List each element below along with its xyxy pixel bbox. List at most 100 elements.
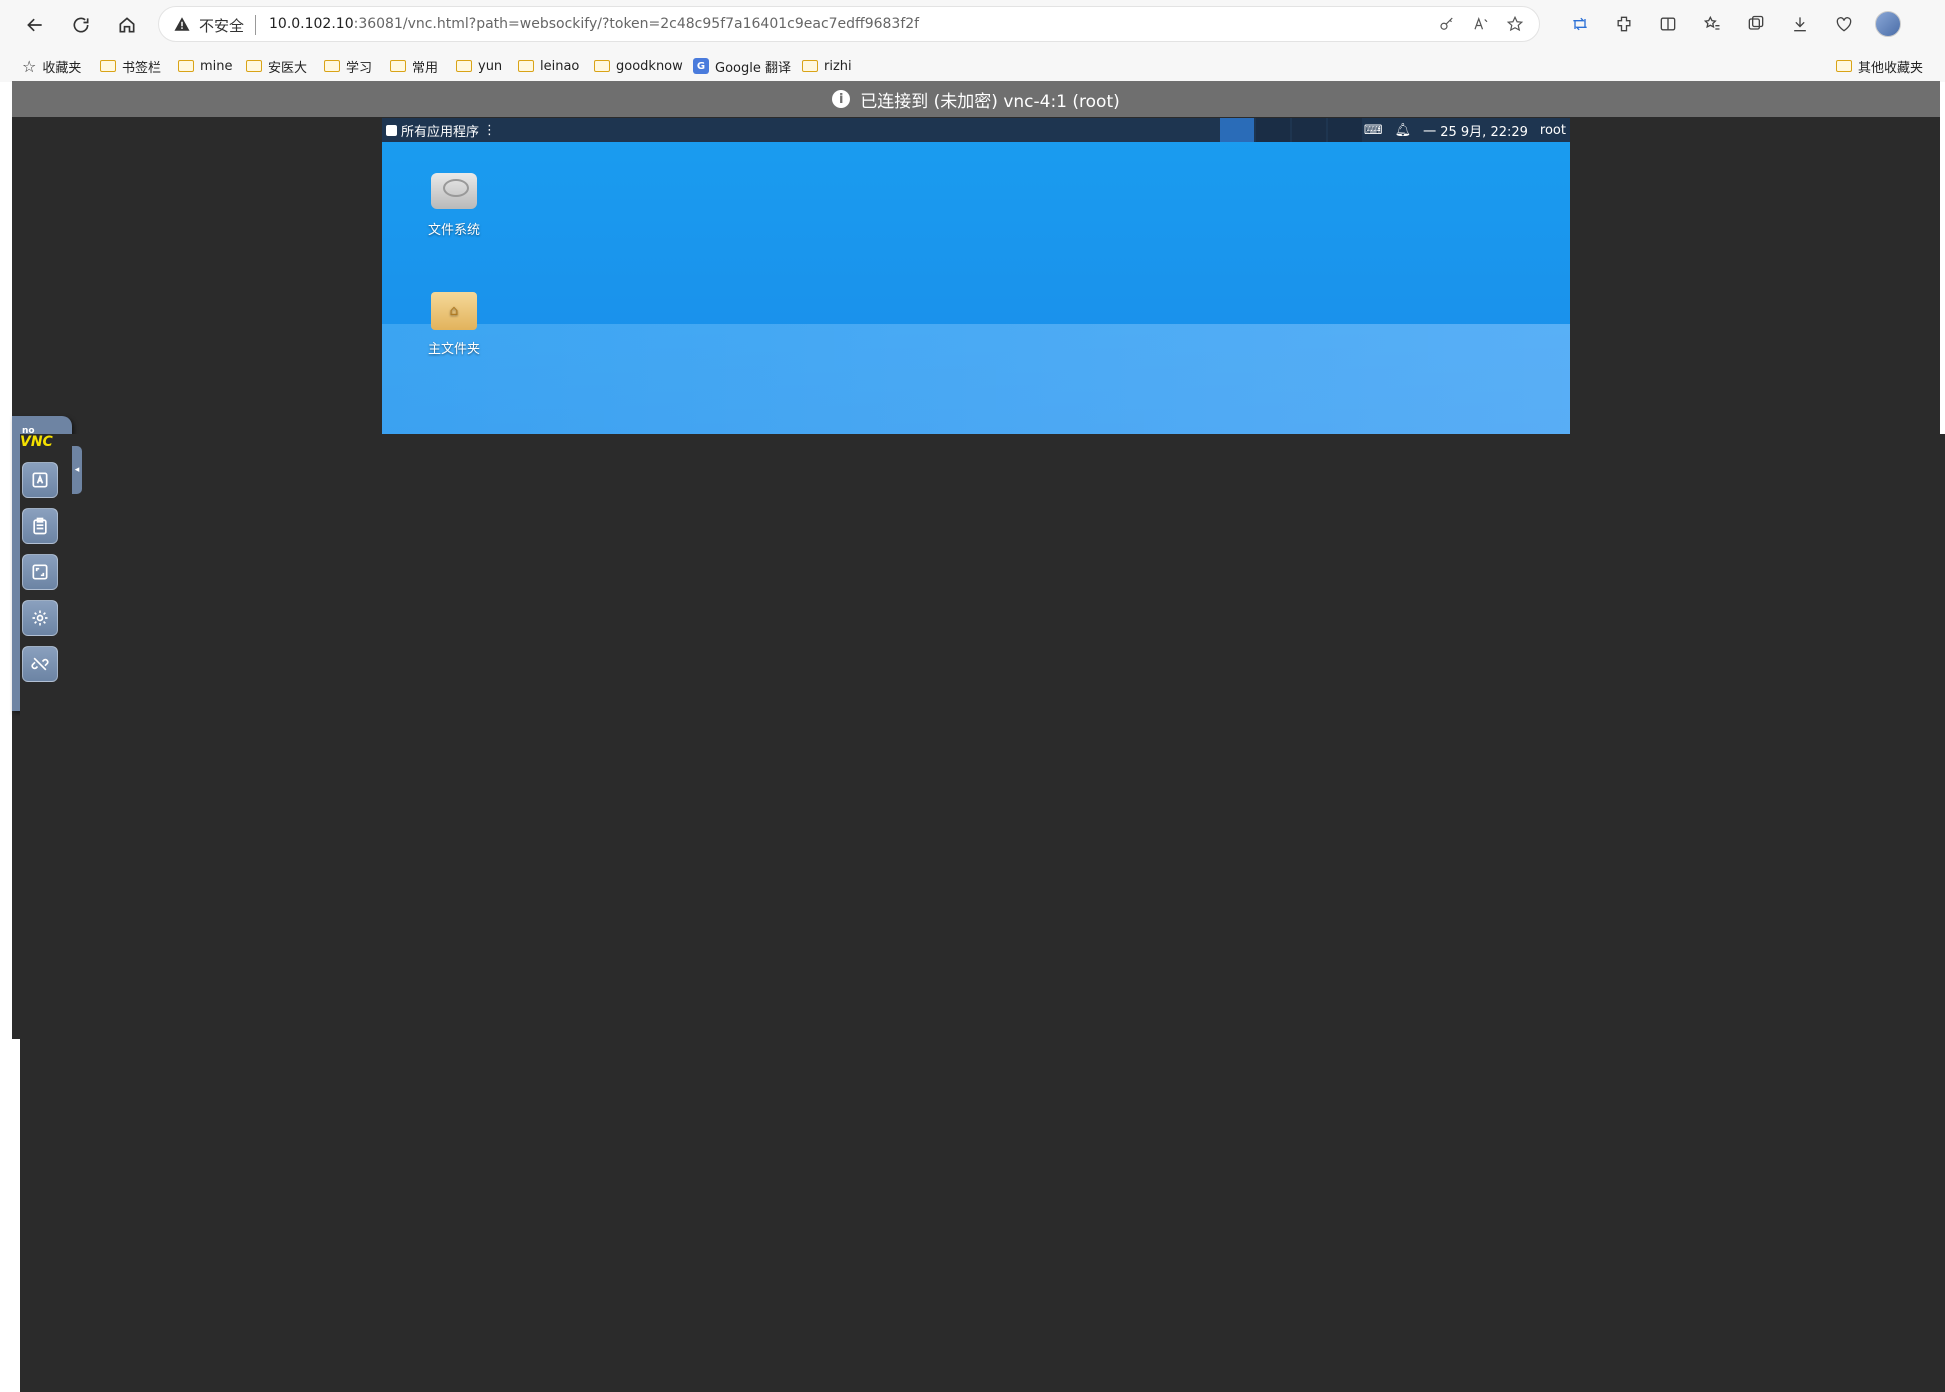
browser-essentials-icon[interactable]: [1831, 10, 1857, 38]
favorites-icon[interactable]: [1699, 10, 1725, 38]
vnc-status-text: 已连接到 (未加密) vnc-4:1 (root): [860, 91, 1120, 112]
clipboard-icon: [33, 517, 47, 535]
warning-icon: [174, 17, 190, 31]
menu-dots-icon: ⋮: [483, 122, 497, 138]
folder-icon: [100, 60, 116, 72]
bookmark-google-translate[interactable]: G Google 翻译: [693, 50, 791, 82]
desktop-icon-filesystem[interactable]: 文件系统: [409, 173, 499, 238]
fullscreen-icon: [32, 564, 48, 580]
reload-icon: [73, 17, 89, 33]
address-bar[interactable]: 不安全 10.0.102.10:36081/vnc.html?path=webs…: [158, 6, 1540, 42]
browser-toolbar: 不安全 10.0.102.10:36081/vnc.html?path=webs…: [0, 0, 1945, 50]
workspace-4[interactable]: [1328, 118, 1362, 142]
bookmark-folder[interactable]: rizhi: [802, 50, 852, 82]
bookmark-folder[interactable]: leinao: [518, 50, 579, 82]
novnc-control-bar: no VNC ◂: [12, 416, 1945, 1392]
back-button[interactable]: [22, 12, 48, 38]
user-name[interactable]: root: [1540, 123, 1566, 138]
url-text[interactable]: 10.0.102.10:36081/vnc.html?path=websocki…: [269, 16, 919, 32]
applications-menu[interactable]: 所有应用程序 ⋮: [386, 118, 496, 142]
vnc-status-bar: i 已连接到 (未加密) vnc-4:1 (root): [12, 81, 1940, 117]
address-separator: [255, 15, 256, 35]
favorite-star-icon[interactable]: [1505, 14, 1525, 34]
folder-icon: [390, 60, 406, 72]
control-bar-handle[interactable]: ◂: [72, 446, 82, 494]
bookmark-label: 书签栏: [122, 60, 162, 76]
keyboard-icon[interactable]: ⌨: [1364, 123, 1383, 138]
system-tray: ⌨ 🔔︎ 一 25 9月, 22:29 root: [1364, 118, 1566, 142]
fullscreen-button[interactable]: [22, 554, 58, 590]
downloads-icon[interactable]: [1787, 10, 1813, 38]
clock[interactable]: 一 25 9月, 22:29: [1423, 121, 1528, 140]
bookmark-label: rizhi: [824, 58, 852, 74]
profile-avatar[interactable]: [1875, 10, 1901, 38]
bookmark-favorites[interactable]: ☆ 收藏夹: [22, 50, 81, 82]
desktop-icon-label: 主文件夹: [427, 342, 480, 357]
info-icon: i: [832, 90, 851, 108]
bookmark-folder[interactable]: 学习: [324, 50, 372, 82]
folder-icon: [1836, 60, 1852, 72]
insecure-label: 不安全: [199, 17, 245, 35]
bookmark-label: 安医大: [268, 60, 308, 76]
settings-button[interactable]: [22, 600, 58, 636]
bookmark-folder[interactable]: 安医大: [246, 50, 307, 82]
drive-icon: [431, 173, 477, 209]
bookmark-label: 常用: [412, 60, 439, 76]
folder-icon: [246, 60, 262, 72]
disconnect-button[interactable]: [22, 646, 58, 682]
star-icon: ☆: [22, 56, 37, 76]
collapse-arrow-icon: ◂: [74, 465, 80, 475]
applications-menu-label: 所有应用程序: [401, 124, 480, 140]
back-arrow-icon: [27, 18, 42, 32]
extensions-icon[interactable]: [1611, 10, 1637, 38]
read-aloud-icon[interactable]: [1471, 14, 1491, 34]
logo-vnc: VNC: [20, 434, 1945, 1392]
bookmark-folder[interactable]: goodknow: [594, 50, 683, 82]
bookmark-label: Google 翻译: [715, 60, 791, 76]
bookmark-label: 收藏夹: [42, 60, 82, 76]
collections-icon[interactable]: [1743, 10, 1769, 38]
bookmark-label: mine: [200, 58, 233, 74]
desktop-icon-label: 文件系统: [427, 223, 480, 238]
extra-keys-button[interactable]: [22, 462, 58, 498]
keyboard-key-icon: [32, 472, 48, 488]
xfce-top-panel: 所有应用程序 ⋮ ⌨ 🔔︎ 一 25 9月, 22:29 root: [382, 118, 1570, 142]
bookmark-folder[interactable]: 书签栏: [100, 50, 161, 82]
bookmarks-bar: ☆ 收藏夹 书签栏 mine 安医大 学习 常用 yun leinao good…: [0, 50, 1945, 82]
key-icon[interactable]: [1437, 14, 1457, 34]
bookmark-folder[interactable]: 常用: [390, 50, 438, 82]
notification-bell-icon[interactable]: 🔔︎: [1395, 123, 1412, 138]
refresh-extension-icon[interactable]: [1567, 10, 1593, 38]
home-folder-icon: ⌂: [431, 292, 477, 330]
url-path: :36081/vnc.html?path=websockify/?token=2…: [353, 16, 920, 32]
folder-icon: [324, 60, 340, 72]
avatar: [1875, 11, 1901, 37]
disconnect-icon: [31, 657, 49, 671]
url-host: 10.0.102.10: [269, 16, 354, 32]
bookmark-label: 其他收藏夹: [1858, 60, 1924, 76]
bookmark-other-favorites[interactable]: 其他收藏夹: [1836, 50, 1923, 82]
folder-icon: [802, 60, 818, 72]
home-button[interactable]: [114, 12, 140, 38]
clipboard-button[interactable]: [22, 508, 58, 544]
split-screen-icon[interactable]: [1655, 10, 1681, 38]
home-icon: [119, 17, 135, 33]
bookmark-folder[interactable]: yun: [456, 50, 502, 82]
gear-icon: [32, 610, 48, 626]
bookmark-folder[interactable]: mine: [178, 50, 233, 82]
xfce-logo-icon: [386, 124, 397, 136]
bookmark-label: yun: [478, 58, 503, 74]
folder-icon: [178, 60, 194, 72]
bookmark-label: leinao: [540, 58, 580, 74]
reload-button[interactable]: [68, 12, 94, 38]
vnc-viewer: i 已连接到 (未加密) vnc-4:1 (root) 所有应用程序 ⋮ ⌨ 🔔…: [12, 81, 1945, 1392]
bookmark-label: goodknow: [616, 58, 683, 74]
desktop-icon-home[interactable]: ⌂ 主文件夹: [409, 292, 499, 357]
folder-icon: [456, 60, 472, 72]
workspace-1[interactable]: [1220, 118, 1254, 142]
folder-icon: [594, 60, 610, 72]
workspace-2[interactable]: [1256, 118, 1290, 142]
bookmark-label: 学习: [346, 60, 373, 76]
google-translate-icon: G: [693, 58, 709, 74]
workspace-3[interactable]: [1292, 118, 1326, 142]
